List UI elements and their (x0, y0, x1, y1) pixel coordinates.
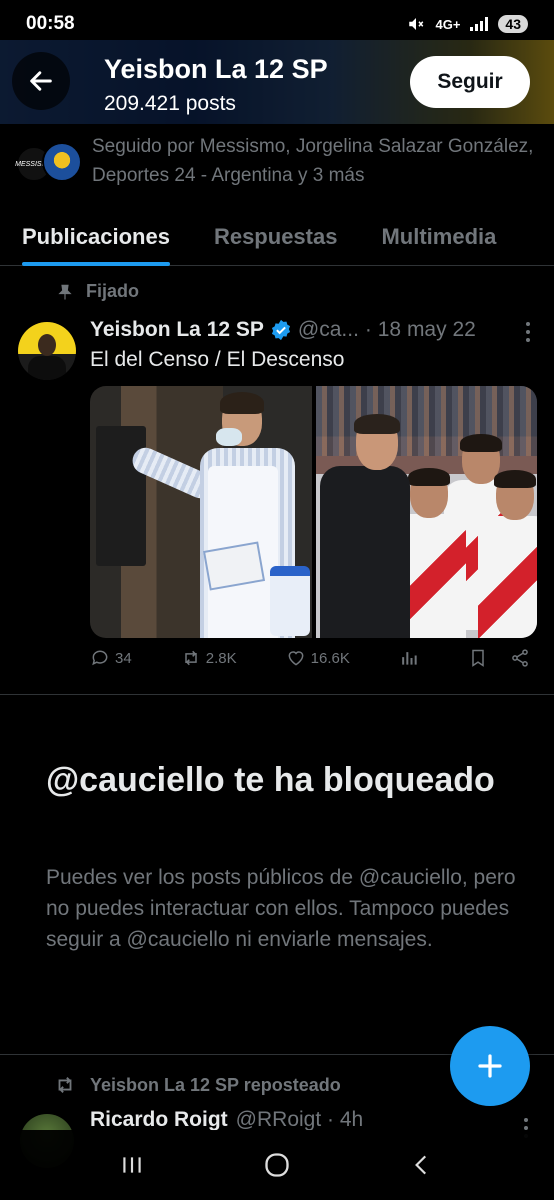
next-post-header: Ricardo Roigt @RRoigt · 4h (90, 1108, 363, 1132)
profile-header: Yeisbon La 12 SP 209.421 posts Seguir (0, 40, 554, 124)
player-figure (477, 470, 537, 638)
avatar-body (28, 356, 66, 380)
network-label: 4G+ (435, 16, 461, 32)
mute-icon (409, 18, 424, 30)
tweet-text: El del Censo / El Descenso (90, 348, 345, 371)
avatar-face (38, 334, 56, 356)
avatar (42, 142, 82, 182)
like-button[interactable]: 16.6K (286, 648, 350, 668)
media-image-census[interactable] (90, 386, 312, 638)
reply-icon (92, 650, 108, 666)
recent-apps-icon (123, 1157, 141, 1173)
repost-icon (58, 1077, 72, 1093)
back-nav-button[interactable] (402, 1145, 442, 1185)
tweet-author-name[interactable]: Yeisbon La 12 SP (90, 318, 264, 342)
tweet-handle[interactable]: @ca... (298, 318, 359, 342)
avatar[interactable] (18, 322, 76, 380)
back-button[interactable] (12, 52, 70, 110)
home-button[interactable] (257, 1145, 297, 1185)
plus-icon (478, 1054, 502, 1078)
next-post-author[interactable]: Ricardo Roigt (90, 1108, 228, 1132)
repost-label: Yeisbon La 12 SP reposteado (54, 1074, 341, 1096)
heart-icon (288, 651, 304, 666)
profile-tabs: Publicaciones Respuestas Multimedia (0, 208, 554, 266)
followed-by[interactable]: MESSISMO Seguido por Messismo, Jorgelina… (15, 132, 546, 190)
tab-multimedia[interactable]: Multimedia (359, 208, 518, 266)
census-worker-figure (128, 392, 310, 638)
battery-badge: 43 (498, 15, 528, 33)
tweet-date: · 18 may 22 (364, 318, 476, 341)
share-icon[interactable] (510, 648, 530, 668)
status-bar: 00:58 4G+ 43 (0, 0, 554, 48)
goalkeeper-figure (319, 414, 410, 638)
profile-name: Yeisbon La 12 SP (104, 54, 328, 84)
system-nav-bar (0, 1130, 554, 1200)
status-icons: 4G+ 43 (407, 15, 528, 33)
repost-count: 2.8K (205, 649, 237, 667)
pinned-label: Fijado (56, 281, 139, 302)
tweet-media[interactable] (90, 386, 537, 638)
blocked-title: @cauciello te ha bloqueado (46, 761, 495, 799)
divider (0, 694, 554, 695)
like-count: 16.6K (310, 649, 350, 667)
pinned-text: Fijado (86, 281, 139, 301)
followed-by-text: Seguido por Messismo, Jorgelina Salazar … (92, 136, 534, 186)
media-image-football[interactable] (315, 386, 537, 638)
repost-text: Yeisbon La 12 SP reposteado (90, 1074, 341, 1095)
blocked-description: Puedes ver los posts públicos de @caucie… (46, 866, 516, 951)
pin-icon (58, 284, 72, 299)
bar-chart-icon (402, 652, 417, 665)
more-options-icon[interactable] (526, 322, 530, 342)
next-post-handle: @RRoigt · 4h (235, 1108, 364, 1131)
verified-icon (271, 319, 290, 341)
reply-button[interactable]: 34 (90, 648, 132, 668)
followers-avatars: MESSISMO (15, 138, 82, 184)
follow-button[interactable]: Seguir (410, 56, 530, 108)
tweet-actions: 34 2.8K 16.6K (90, 648, 530, 668)
bookmark-icon[interactable] (468, 648, 488, 668)
home-circle-icon (265, 1153, 289, 1177)
arrow-left-icon (30, 71, 52, 91)
intercom-panel (96, 426, 146, 566)
tweet-header: Yeisbon La 12 SP @ca... · 18 may 22 (90, 318, 540, 342)
bookmark-share-group (468, 648, 530, 668)
chevron-left-icon (414, 1155, 426, 1175)
posts-count: 209.421 posts (104, 92, 236, 115)
reply-count: 34 (115, 649, 132, 667)
repost-button[interactable]: 2.8K (181, 648, 237, 668)
compose-button[interactable] (450, 1026, 530, 1106)
repost-icon (185, 650, 197, 666)
tab-publicaciones[interactable]: Publicaciones (0, 208, 192, 266)
recent-apps-button[interactable] (112, 1145, 152, 1185)
tab-respuestas[interactable]: Respuestas (192, 208, 360, 266)
status-time: 00:58 (26, 13, 75, 34)
views-button[interactable] (399, 648, 419, 668)
signal-icon (470, 17, 489, 31)
